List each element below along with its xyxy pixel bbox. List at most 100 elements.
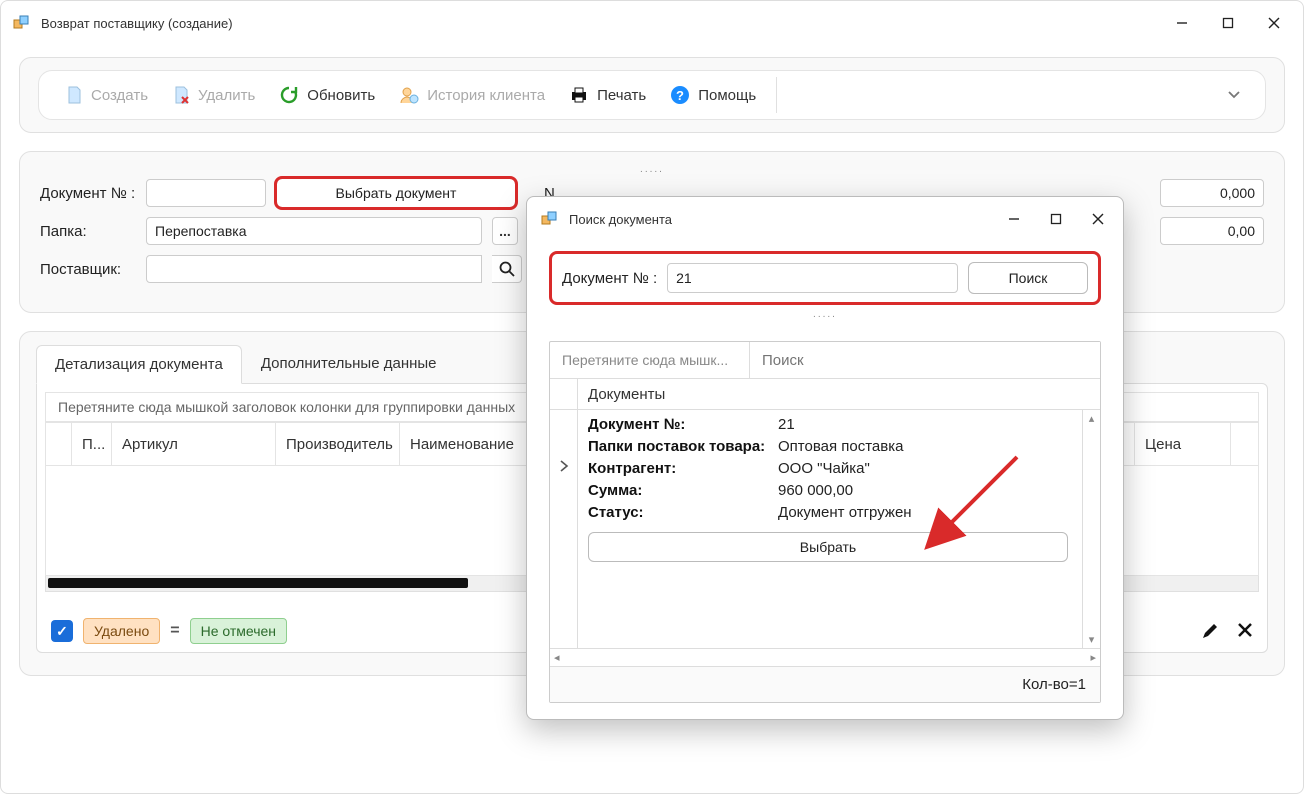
grid-col-tail (1231, 422, 1259, 466)
row-expand-toggle[interactable] (559, 460, 569, 472)
dialog-body: Документ № : Поиск ..... Перетяните сюда… (527, 241, 1123, 719)
print-button[interactable]: Печать (557, 77, 658, 113)
grid-selector-col[interactable] (46, 422, 72, 466)
result-record[interactable]: Документ №:21 Папки поставок товара:Опто… (578, 410, 1082, 648)
folder-label: Папка: (40, 223, 136, 240)
window-title: Возврат поставщику (создание) (41, 16, 1159, 31)
user-icon (399, 85, 419, 105)
kv-folder-k: Папки поставок товара: (588, 436, 778, 458)
main-titlebar: Возврат поставщику (создание) (1, 1, 1303, 45)
kv-sum-k: Сумма: (588, 480, 778, 502)
scroll-thumb[interactable] (48, 578, 468, 588)
minimize-button[interactable] (1159, 7, 1205, 39)
folder-input[interactable] (146, 217, 482, 245)
search-document-dialog: Поиск документа Документ № : Поиск .....… (526, 196, 1124, 720)
window-controls (1159, 7, 1297, 39)
doc-no-label: Документ № : (40, 185, 136, 202)
result-body: Документ №:21 Папки поставок товара:Опто… (550, 410, 1100, 648)
kv-status-v: Документ отгружен (778, 502, 912, 524)
dialog-titlebar: Поиск документа (527, 197, 1123, 241)
printer-icon (569, 85, 589, 105)
client-history-button[interactable]: История клиента (387, 77, 557, 113)
footer-actions (1201, 622, 1253, 640)
result-vscroll[interactable]: ▴ ▾ (1082, 410, 1100, 648)
result-hscroll[interactable]: ◂ ▸ (550, 648, 1100, 666)
toolbar-overflow-button[interactable] (1217, 84, 1251, 106)
doc-no-input[interactable] (146, 179, 266, 207)
toolbar-separator (776, 77, 777, 113)
create-button[interactable]: Создать (53, 77, 160, 113)
close-button[interactable] (1251, 7, 1297, 39)
supplier-label: Поставщик: (40, 261, 136, 278)
help-button[interactable]: ? Помощь (658, 77, 768, 113)
result-col-documents[interactable]: Документы (578, 379, 1100, 409)
supplier-search-button[interactable] (492, 255, 522, 283)
document-delete-icon (172, 85, 190, 105)
right-bottom-readonly[interactable] (1160, 217, 1264, 245)
delete-button[interactable]: Удалить (160, 77, 267, 113)
filter-check-toggle[interactable]: ✓ (51, 620, 73, 642)
tab-additional[interactable]: Дополнительные данные (242, 344, 456, 383)
dialog-search-button[interactable]: Поиск (968, 262, 1088, 294)
grid-col-p[interactable]: П... (72, 422, 112, 466)
dialog-drag-handle[interactable]: ..... (549, 311, 1101, 321)
dialog-doc-no-input[interactable] (667, 263, 958, 293)
expander-header (550, 379, 578, 409)
scroll-left-icon: ◂ (554, 651, 560, 664)
scroll-down-icon: ▾ (1089, 633, 1095, 646)
right-top-readonly[interactable] (1160, 179, 1264, 207)
history-label: История клиента (427, 87, 545, 104)
refresh-button[interactable]: Обновить (267, 77, 387, 113)
toolbar-card: Создать Удалить Обновить История клиента… (38, 70, 1266, 120)
unchecked-chip[interactable]: Не отмечен (190, 618, 287, 644)
select-record-button[interactable]: Выбрать (588, 532, 1068, 562)
result-panel: Перетяните сюда мышк... Документы Докуме… (549, 341, 1101, 703)
kv-doc-no-v: 21 (778, 414, 795, 436)
chevron-right-icon (559, 460, 569, 472)
document-new-icon (65, 85, 83, 105)
kv-counter-k: Контрагент: (588, 458, 778, 480)
delete-label: Удалить (198, 87, 255, 104)
choose-document-button[interactable]: Выбрать документ (276, 178, 516, 208)
refresh-label: Обновить (307, 87, 375, 104)
dialog-maximize-button[interactable] (1035, 203, 1077, 235)
scroll-right-icon: ▸ (1090, 651, 1096, 664)
deleted-chip[interactable]: Удалено (83, 618, 160, 644)
dialog-window-controls (993, 203, 1119, 235)
tab-detail[interactable]: Детализация документа (36, 345, 242, 384)
kv-folder-v: Оптовая поставка (778, 436, 903, 458)
refresh-icon (279, 85, 299, 105)
grid-col-manufacturer[interactable]: Производитель (276, 422, 400, 466)
drag-handle-top[interactable]: ..... (40, 166, 1264, 176)
search-icon (499, 261, 515, 277)
row-expander-col (550, 410, 578, 648)
app-icon (13, 14, 31, 32)
result-count: Кол-во=1 (1022, 676, 1086, 693)
chevron-down-icon (1227, 90, 1241, 100)
equals-sign: = (170, 622, 179, 640)
help-label: Помощь (698, 87, 756, 104)
kv-status-k: Статус: (588, 502, 778, 524)
dialog-search-row: Документ № : Поиск (549, 251, 1101, 305)
result-header: Документы (550, 379, 1100, 410)
print-label: Печать (597, 87, 646, 104)
kv-sum-v: 960 000,00 (778, 480, 853, 502)
supplier-input[interactable] (146, 255, 482, 283)
kv-doc-no-k: Документ №: (588, 414, 778, 436)
svg-text:?: ? (676, 88, 684, 103)
dialog-close-button[interactable] (1077, 203, 1119, 235)
grid-col-article[interactable]: Артикул (112, 422, 276, 466)
create-label: Создать (91, 87, 148, 104)
result-filter-input[interactable] (750, 342, 1100, 378)
maximize-button[interactable] (1205, 7, 1251, 39)
scroll-up-icon: ▴ (1089, 412, 1095, 425)
result-group-hint[interactable]: Перетяните сюда мышк... (550, 342, 750, 378)
grid-col-price[interactable]: Цена (1135, 422, 1231, 466)
dialog-minimize-button[interactable] (993, 203, 1035, 235)
edit-button[interactable] (1201, 622, 1219, 640)
grid-col-name[interactable]: Наименование (400, 422, 530, 466)
folder-browse-button[interactable]: ... (492, 217, 518, 245)
dialog-doc-no-label: Документ № : (562, 270, 657, 287)
result-toolbar: Перетяните сюда мышк... (550, 342, 1100, 379)
clear-button[interactable] (1237, 622, 1253, 640)
